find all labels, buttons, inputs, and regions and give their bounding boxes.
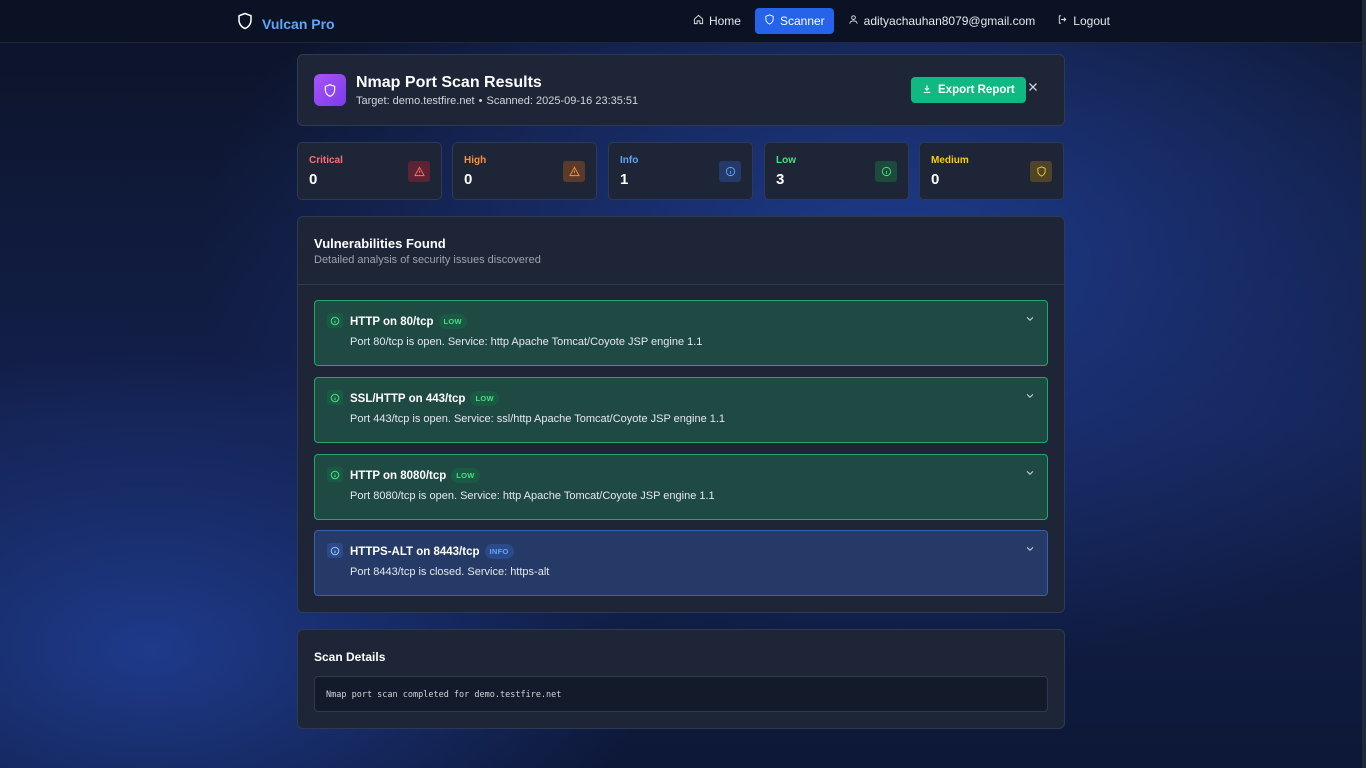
- nav-menu: Home Scanner adityachauhan8079@gmail.com…: [685, 8, 1118, 34]
- vulnerability-item[interactable]: HTTP on 8080/tcp LOW Port 8080/tcp is op…: [314, 454, 1048, 520]
- scan-meta: Target: demo.testfire.net • Scanned: 202…: [356, 95, 638, 107]
- scan-details-card: Scan Details Nmap port scan completed fo…: [297, 629, 1065, 729]
- vulnerability-name: HTTP on 80/tcp: [350, 315, 434, 328]
- severity-badge: INFO: [484, 544, 514, 559]
- vulnerability-name: HTTP on 8080/tcp: [350, 469, 447, 482]
- vulnerability-description: Port 443/tcp is open. Service: ssl/http …: [350, 413, 726, 425]
- divider: [298, 284, 1064, 285]
- logout-label: Logout: [1073, 14, 1110, 28]
- chevron-down-icon[interactable]: [1025, 544, 1035, 554]
- info-icon: [327, 543, 343, 558]
- section-subtitle: Detailed analysis of security issues dis…: [314, 254, 541, 266]
- vulnerabilities-card: Vulnerabilities Found Detailed analysis …: [297, 216, 1065, 613]
- info-icon: [327, 390, 343, 405]
- scan-output-box: Nmap port scan completed for demo.testfi…: [314, 676, 1048, 712]
- close-icon: [1027, 80, 1039, 98]
- download-icon: [922, 84, 932, 97]
- stat-label: High: [464, 155, 487, 166]
- scan-timestamp: Scanned: 2025-09-16 23:35:51: [486, 95, 639, 107]
- stat-value: 1: [620, 171, 629, 188]
- stat-card-critical: Critical 0: [297, 142, 442, 200]
- info-icon: [327, 313, 343, 328]
- chevron-down-icon[interactable]: [1025, 468, 1035, 478]
- stat-card-info: Info 1: [608, 142, 753, 200]
- info-icon: [327, 467, 343, 482]
- vulnerability-title: HTTPS-ALT on 8443/tcp INFO: [350, 544, 514, 559]
- vulnerability-description: Port 8080/tcp is open. Service: http Apa…: [350, 490, 715, 502]
- user-account[interactable]: adityachauhan8079@gmail.com: [840, 8, 1044, 34]
- vulnerability-item[interactable]: HTTPS-ALT on 8443/tcp INFO Port 8443/tcp…: [314, 530, 1048, 596]
- vulnerability-description: Port 80/tcp is open. Service: http Apach…: [350, 336, 703, 348]
- stat-label: Low: [776, 155, 796, 166]
- shield-icon: [236, 11, 254, 36]
- vulnerability-item[interactable]: SSL/HTTP on 443/tcp LOW Port 443/tcp is …: [314, 377, 1048, 443]
- vulnerability-name: SSL/HTTP on 443/tcp: [350, 392, 466, 405]
- severity-badge: LOW: [438, 314, 467, 329]
- info-icon: [875, 161, 897, 182]
- stat-label: Info: [620, 155, 639, 166]
- nav-scanner-link[interactable]: Scanner: [754, 8, 834, 34]
- severity-badge: LOW: [451, 468, 480, 483]
- stat-card-high: High 0: [452, 142, 597, 200]
- page-scrollbar[interactable]: [1362, 0, 1366, 768]
- export-report-label: Export Report: [938, 84, 1015, 96]
- chevron-down-icon[interactable]: [1025, 314, 1035, 324]
- stat-label: Medium: [931, 155, 969, 166]
- stat-value: 3: [776, 171, 785, 188]
- user-email: adityachauhan8079@gmail.com: [863, 14, 1036, 28]
- stat-value: 0: [464, 171, 473, 188]
- stat-card-medium: Medium 0: [919, 142, 1064, 200]
- stat-label: Critical: [309, 155, 343, 166]
- top-nav-bar: Vulcan Pro Home Scanner adityachauhan807…: [0, 0, 1362, 43]
- chevron-down-icon[interactable]: [1025, 391, 1035, 401]
- nav-scanner-label: Scanner: [779, 14, 825, 28]
- vulnerability-title: HTTP on 80/tcp LOW: [350, 314, 467, 329]
- user-icon: [848, 14, 859, 28]
- brand-logo[interactable]: Vulcan Pro: [236, 11, 335, 36]
- shield-icon: [314, 74, 346, 106]
- stat-value: 0: [931, 171, 940, 188]
- vulnerability-title: HTTP on 8080/tcp LOW: [350, 468, 480, 483]
- shield-icon: [1030, 161, 1052, 182]
- stat-value: 0: [309, 171, 318, 188]
- scan-output-text: Nmap port scan completed for demo.testfi…: [326, 690, 562, 700]
- nav-home-label: Home: [708, 14, 741, 28]
- logout-icon: [1057, 14, 1068, 28]
- vulnerability-name: HTTPS-ALT on 8443/tcp: [350, 545, 480, 558]
- severity-badge: LOW: [470, 391, 499, 406]
- scan-header-card: Nmap Port Scan Results Target: demo.test…: [297, 54, 1065, 126]
- vulnerability-title: SSL/HTTP on 443/tcp LOW: [350, 391, 499, 406]
- shield-icon: [764, 14, 775, 28]
- scan-target: Target: demo.testfire.net: [356, 95, 475, 107]
- brand-name: Vulcan Pro: [262, 15, 335, 32]
- section-title: Vulnerabilities Found: [314, 236, 446, 251]
- section-title: Scan Details: [314, 650, 386, 664]
- export-report-button[interactable]: Export Report: [911, 77, 1026, 103]
- vulnerability-description: Port 8443/tcp is closed. Service: https-…: [350, 566, 550, 578]
- alert-triangle-icon: [563, 161, 585, 182]
- alert-triangle-icon: [408, 161, 430, 182]
- logout-button[interactable]: Logout: [1049, 8, 1118, 34]
- page-title: Nmap Port Scan Results: [356, 74, 542, 91]
- close-button[interactable]: [1025, 81, 1041, 97]
- nav-home-link[interactable]: Home: [685, 8, 749, 34]
- stat-card-low: Low 3: [764, 142, 909, 200]
- vulnerability-item[interactable]: HTTP on 80/tcp LOW Port 80/tcp is open. …: [314, 300, 1048, 366]
- home-icon: [693, 14, 704, 28]
- meta-separator: •: [478, 95, 483, 107]
- info-icon: [719, 161, 741, 182]
